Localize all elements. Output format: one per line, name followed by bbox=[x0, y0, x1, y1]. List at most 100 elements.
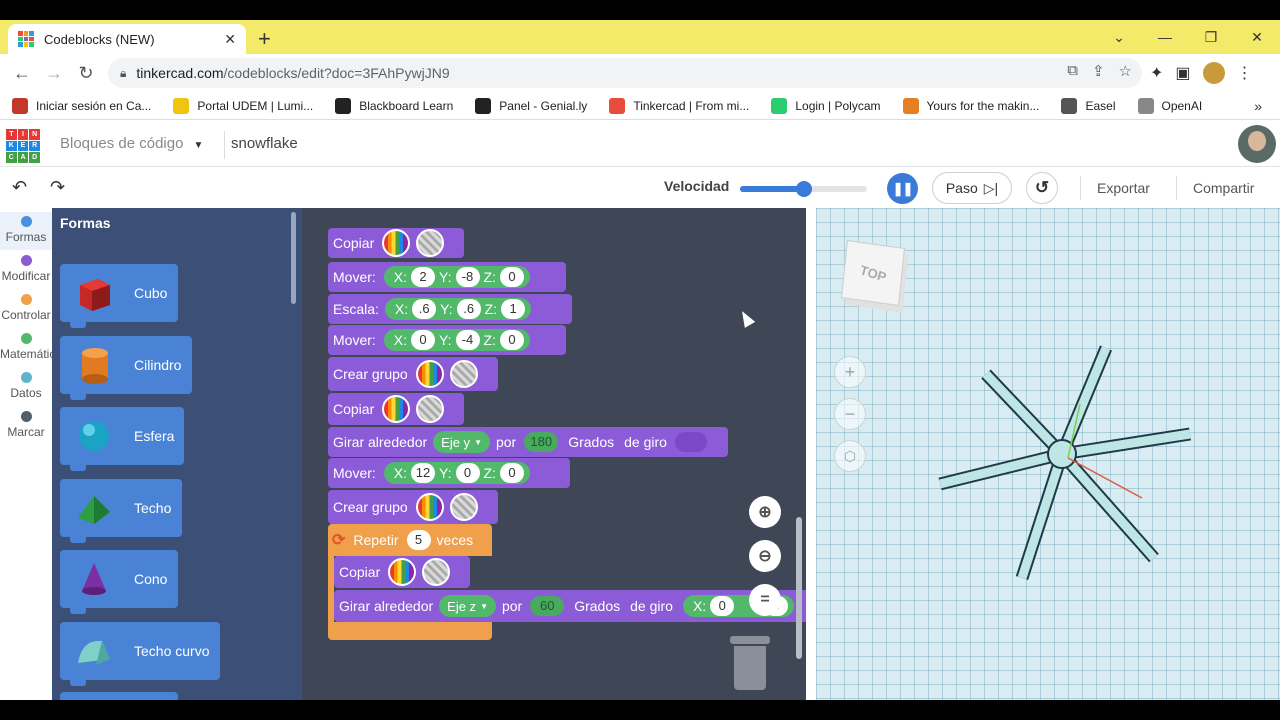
rotate-block[interactable]: Girar alrededor Eje z ▼ por 60 Grados de … bbox=[334, 590, 806, 622]
shape-block-cono[interactable]: Cono bbox=[60, 550, 178, 614]
bookmark-item[interactable]: Iniciar sesión en Ca... bbox=[12, 97, 151, 114]
category-controlar[interactable]: Controlar bbox=[0, 290, 52, 328]
bookmark-item[interactable]: Portal UDEM | Lumi... bbox=[173, 97, 313, 114]
back-icon[interactable]: ← bbox=[6, 63, 38, 84]
shape-block-cilindro[interactable]: Cilindro bbox=[60, 335, 192, 400]
redo-icon[interactable]: ↷ bbox=[50, 177, 65, 198]
color-picker[interactable] bbox=[382, 229, 411, 257]
trash-icon[interactable] bbox=[730, 636, 770, 690]
profile-avatar[interactable] bbox=[1202, 62, 1225, 84]
create-group-block[interactable]: Crear grupo bbox=[328, 490, 498, 524]
create-group-block[interactable]: Crear grupo bbox=[328, 357, 498, 391]
degrees-input[interactable]: 60 bbox=[530, 596, 565, 616]
reload-icon[interactable]: ↻ bbox=[70, 63, 102, 84]
hole-toggle[interactable] bbox=[416, 395, 445, 423]
panel-splitter[interactable] bbox=[806, 208, 816, 700]
address-bar[interactable]: 🔒︎ tinkercad.com/codeblocks/edit?doc=3FA… bbox=[108, 58, 1142, 88]
category-marcar[interactable]: Marcar bbox=[0, 407, 52, 445]
copy-block[interactable]: Copiar bbox=[328, 393, 464, 425]
speed-slider[interactable] bbox=[740, 181, 867, 197]
share-button[interactable]: Compartir bbox=[1193, 180, 1254, 196]
restore-icon[interactable]: ❐ bbox=[1188, 29, 1234, 46]
move-block[interactable]: Mover: X: 0 Y: -4 Z: 0 bbox=[328, 325, 566, 355]
bookmark-star-icon[interactable]: ☆ bbox=[1119, 62, 1132, 80]
hole-toggle[interactable] bbox=[416, 229, 445, 257]
undo-icon[interactable]: ↶ bbox=[12, 177, 27, 198]
lock-icon[interactable]: 🔒︎ bbox=[120, 66, 126, 81]
export-button[interactable]: Exportar bbox=[1097, 180, 1150, 196]
color-picker[interactable] bbox=[415, 360, 444, 388]
cube-icon bbox=[74, 273, 114, 313]
mode-selector[interactable]: Bloques de código ▼ bbox=[60, 135, 203, 152]
pause-button[interactable]: ❚❚ bbox=[887, 173, 918, 204]
bookmark-item[interactable]: Blackboard Learn bbox=[335, 97, 453, 114]
category-matemátic[interactable]: Matemátic bbox=[0, 329, 55, 367]
hole-toggle[interactable] bbox=[449, 360, 478, 388]
bookmark-item[interactable]: Tinkercad | From mi... bbox=[609, 97, 749, 114]
step-button[interactable]: Paso ▷| bbox=[932, 172, 1012, 204]
workspace-vscrollbar[interactable] bbox=[796, 517, 802, 659]
tab-search-icon[interactable]: ⌄ bbox=[1096, 29, 1142, 46]
category-modificar[interactable]: Modificar bbox=[0, 251, 52, 289]
browser-tab[interactable]: Codeblocks (NEW) ✕ bbox=[8, 24, 246, 54]
bookmark-item[interactable]: Easel bbox=[1061, 97, 1116, 114]
document-name[interactable]: snowflake bbox=[231, 135, 298, 152]
shape-block-techo[interactable]: Techo bbox=[60, 478, 182, 543]
hole-toggle[interactable] bbox=[449, 493, 478, 521]
color-picker[interactable] bbox=[415, 493, 444, 521]
shape-block-partial[interactable] bbox=[60, 692, 178, 700]
copy-block[interactable]: Copiar bbox=[334, 556, 470, 588]
user-avatar[interactable] bbox=[1238, 125, 1276, 163]
copy-block[interactable]: Copiar bbox=[328, 228, 464, 258]
app-header: TIN KER CAD Bloques de código ▼ snowflake bbox=[0, 121, 1280, 167]
code-workspace[interactable]: Copiar Mover: X: 2 Y: -8 Z: 0 Escala: X: .6 … bbox=[302, 208, 806, 700]
reset-icon[interactable]: ↺ bbox=[1026, 172, 1058, 204]
move-block[interactable]: Mover: X: 2 Y: -8 Z: 0 bbox=[328, 262, 566, 292]
minimize-icon[interactable]: — bbox=[1142, 29, 1188, 45]
bookmark-item[interactable]: Panel - Genial.ly bbox=[475, 97, 587, 114]
tab-strip: Codeblocks (NEW) ✕ + ⌄ — ❐ ✕ bbox=[0, 20, 1280, 54]
close-window-icon[interactable]: ✕ bbox=[1234, 29, 1280, 46]
tinkercad-logo[interactable]: TIN KER CAD bbox=[6, 129, 40, 163]
flyout-scrollbar[interactable] bbox=[291, 212, 296, 304]
url-text: tinkercad.com/codeblocks/edit?doc=3FAhPy… bbox=[136, 65, 450, 81]
more-bookmarks-icon[interactable]: » bbox=[1254, 98, 1262, 114]
forward-icon[interactable]: → bbox=[38, 63, 70, 84]
shape-block-cubo[interactable]: Cubo bbox=[60, 264, 178, 328]
color-picker[interactable] bbox=[382, 395, 411, 423]
zoom-out-icon[interactable]: ⊖ bbox=[749, 540, 781, 572]
shape-block-techo-curvo[interactable]: Techo curvo bbox=[60, 621, 220, 686]
browser-toolbar: ← → ↻ 🔒︎ tinkercad.com/codeblocks/edit?d… bbox=[0, 54, 1280, 92]
axis-dropdown[interactable]: Eje z ▼ bbox=[439, 595, 496, 617]
scale-block[interactable]: Escala: X: .6 Y: .6 Z: 1 bbox=[328, 294, 572, 324]
bookmark-favicon-icon bbox=[173, 97, 190, 114]
move-block[interactable]: Mover: X: 12 Y: 0 Z: 0 bbox=[328, 458, 570, 488]
hole-toggle[interactable] bbox=[422, 558, 451, 586]
close-tab-icon[interactable]: ✕ bbox=[224, 31, 236, 48]
extensions-icon[interactable]: ✦ bbox=[1150, 63, 1163, 83]
snowflake-model[interactable] bbox=[816, 208, 1280, 700]
3d-viewport[interactable]: TOP + − ⬡ bbox=[816, 208, 1280, 700]
bookmark-item[interactable]: Yours for the makin... bbox=[902, 97, 1039, 114]
repeat-count-input[interactable]: 5 bbox=[406, 530, 431, 550]
menu-icon[interactable]: ⋮ bbox=[1237, 63, 1253, 83]
empty-input-slot[interactable] bbox=[674, 432, 707, 452]
color-picker[interactable] bbox=[388, 558, 417, 586]
zoom-reset-icon[interactable]: = bbox=[749, 584, 781, 616]
screen: Codeblocks (NEW) ✕ + ⌄ — ❐ ✕ ← → ↻ 🔒︎ ti… bbox=[0, 0, 1280, 720]
new-tab-icon[interactable]: + bbox=[258, 26, 271, 52]
share-icon[interactable]: ⇪ bbox=[1092, 62, 1105, 80]
slider-knob[interactable] bbox=[795, 181, 812, 197]
rotate-block[interactable]: Girar alrededor Eje y ▼ por 180 Grados de… bbox=[328, 427, 728, 457]
category-datos[interactable]: Datos bbox=[0, 368, 52, 406]
degrees-input[interactable]: 180 bbox=[524, 432, 559, 452]
shape-block-esfera[interactable]: Esfera bbox=[60, 407, 184, 471]
category-formas[interactable]: Formas bbox=[0, 212, 52, 250]
side-panel-icon[interactable]: ▣ bbox=[1175, 63, 1190, 83]
bookmark-item[interactable]: Login | Polycam bbox=[771, 97, 881, 114]
axis-dropdown[interactable]: Eje y ▼ bbox=[433, 431, 490, 453]
bookmark-item[interactable]: OpenAI bbox=[1137, 97, 1202, 114]
zoom-in-icon[interactable]: ⊕ bbox=[749, 496, 781, 528]
bookmark-favicon-icon bbox=[902, 97, 919, 114]
open-in-app-icon[interactable]: ⧉ bbox=[1067, 62, 1078, 80]
